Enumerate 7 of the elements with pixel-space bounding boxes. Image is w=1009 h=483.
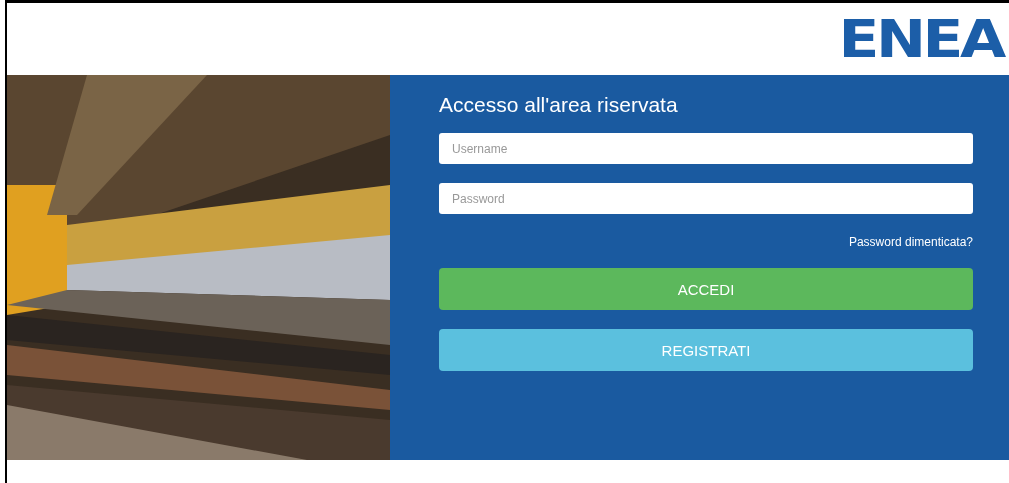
login-button[interactable]: ACCEDI [439,268,973,310]
register-button[interactable]: REGISTRATI [439,329,973,371]
username-field[interactable]: Username [439,133,973,164]
forgot-password-link[interactable]: Password dimenticata? [848,235,973,249]
logo: ENEA [838,13,1003,65]
login-title: Accesso all'area riservata [439,93,679,117]
password-field[interactable]: Password [439,183,973,214]
